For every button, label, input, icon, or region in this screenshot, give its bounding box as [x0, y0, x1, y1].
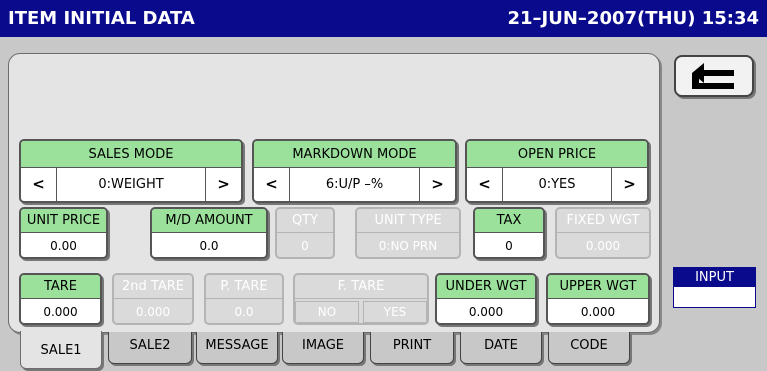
tax-value: 0 — [505, 239, 513, 253]
open-price-label: OPEN PRICE — [467, 141, 647, 168]
under-wgt-label: UNDER WGT — [437, 275, 535, 299]
md-amount-label: M/D AMOUNT — [152, 209, 266, 233]
sales-mode-next-button[interactable]: > — [205, 168, 241, 201]
under-wgt-value: 0.000 — [468, 305, 504, 319]
sales-mode-value[interactable]: 0:WEIGHT — [57, 168, 205, 201]
tab-sale2[interactable]: SALE2 — [108, 332, 192, 364]
fixed-wgt-field: FIXED WGT 0.000 — [555, 207, 651, 259]
f-tare-label: F. TARE — [295, 275, 427, 299]
second-tare-field: 2nd TARE 0.000 — [112, 273, 194, 325]
input-indicator: INPUT — [673, 267, 756, 308]
main-screen: SALES MODE < 0:WEIGHT > MARKDOWN MODE < … — [0, 37, 767, 371]
back-button[interactable] — [674, 55, 754, 97]
tab-sale1[interactable]: SALE1 — [20, 331, 102, 369]
upper-wgt-value: 0.000 — [580, 305, 616, 319]
tare-field[interactable]: TARE 0.000 — [19, 273, 102, 325]
tax-field[interactable]: TAX 0 — [473, 207, 545, 259]
sales-mode-prev-button[interactable]: < — [21, 168, 57, 201]
qty-value: 0 — [301, 239, 309, 253]
second-tare-label: 2nd TARE — [114, 275, 192, 299]
input-label: INPUT — [674, 268, 755, 287]
back-arrow-icon — [692, 63, 734, 89]
markdown-mode-selector: MARKDOWN MODE < 6:U/P –% > — [252, 139, 457, 203]
tax-label: TAX — [475, 209, 543, 233]
f-tare-no-button: NO — [295, 301, 359, 323]
f-tare-yes-button: YES — [363, 301, 427, 323]
markdown-mode-label: MARKDOWN MODE — [254, 141, 455, 168]
sales-mode-label: SALES MODE — [21, 141, 241, 168]
unit-price-field[interactable]: UNIT PRICE 0.00 — [19, 207, 108, 259]
tare-label: TARE — [21, 275, 100, 299]
page-title: ITEM INITIAL DATA — [8, 8, 195, 29]
sales-mode-selector: SALES MODE < 0:WEIGHT > — [19, 139, 243, 203]
f-tare-selector: F. TARE NO YES — [293, 273, 429, 325]
input-value — [674, 287, 755, 307]
p-tare-value: 0.0 — [234, 305, 254, 319]
fixed-wgt-value: 0.000 — [585, 239, 621, 253]
unit-price-value: 0.00 — [50, 239, 77, 253]
md-amount-value: 0.0 — [199, 239, 219, 253]
tab-code[interactable]: CODE — [548, 332, 630, 364]
under-wgt-field[interactable]: UNDER WGT 0.000 — [435, 273, 537, 325]
upper-wgt-field[interactable]: UPPER WGT 0.000 — [546, 273, 650, 325]
markdown-mode-prev-button[interactable]: < — [254, 168, 290, 201]
tab-image[interactable]: IMAGE — [282, 332, 364, 364]
fixed-wgt-label: FIXED WGT — [557, 209, 649, 233]
markdown-mode-value[interactable]: 6:U/P –% — [290, 168, 419, 201]
open-price-selector: OPEN PRICE < 0:YES > — [465, 139, 649, 203]
title-bar: ITEM INITIAL DATA 21–JUN–2007(THU) 15:34 — [0, 0, 767, 37]
upper-wgt-label: UPPER WGT — [548, 275, 648, 299]
settings-panel: SALES MODE < 0:WEIGHT > MARKDOWN MODE < … — [8, 53, 660, 333]
p-tare-field: P. TARE 0.0 — [204, 273, 284, 325]
tare-value: 0.000 — [43, 305, 78, 319]
open-price-prev-button[interactable]: < — [467, 168, 503, 201]
unit-type-label: UNIT TYPE — [357, 209, 459, 233]
tab-print[interactable]: PRINT — [370, 332, 454, 364]
second-tare-value: 0.000 — [135, 305, 171, 319]
unit-type-value: 0:NO PRN — [378, 239, 438, 253]
qty-field: QTY 0 — [275, 207, 335, 259]
unit-type-field: UNIT TYPE 0:NO PRN — [355, 207, 461, 259]
date-time: 21–JUN–2007(THU) 15:34 — [507, 8, 760, 29]
tab-message[interactable]: MESSAGE — [196, 332, 278, 364]
qty-label: QTY — [277, 209, 333, 233]
unit-price-label: UNIT PRICE — [21, 209, 106, 233]
tab-date[interactable]: DATE — [460, 332, 542, 364]
markdown-mode-next-button[interactable]: > — [419, 168, 455, 201]
open-price-value[interactable]: 0:YES — [503, 168, 611, 201]
md-amount-field[interactable]: M/D AMOUNT 0.0 — [150, 207, 268, 259]
open-price-next-button[interactable]: > — [611, 168, 647, 201]
p-tare-label: P. TARE — [206, 275, 282, 299]
